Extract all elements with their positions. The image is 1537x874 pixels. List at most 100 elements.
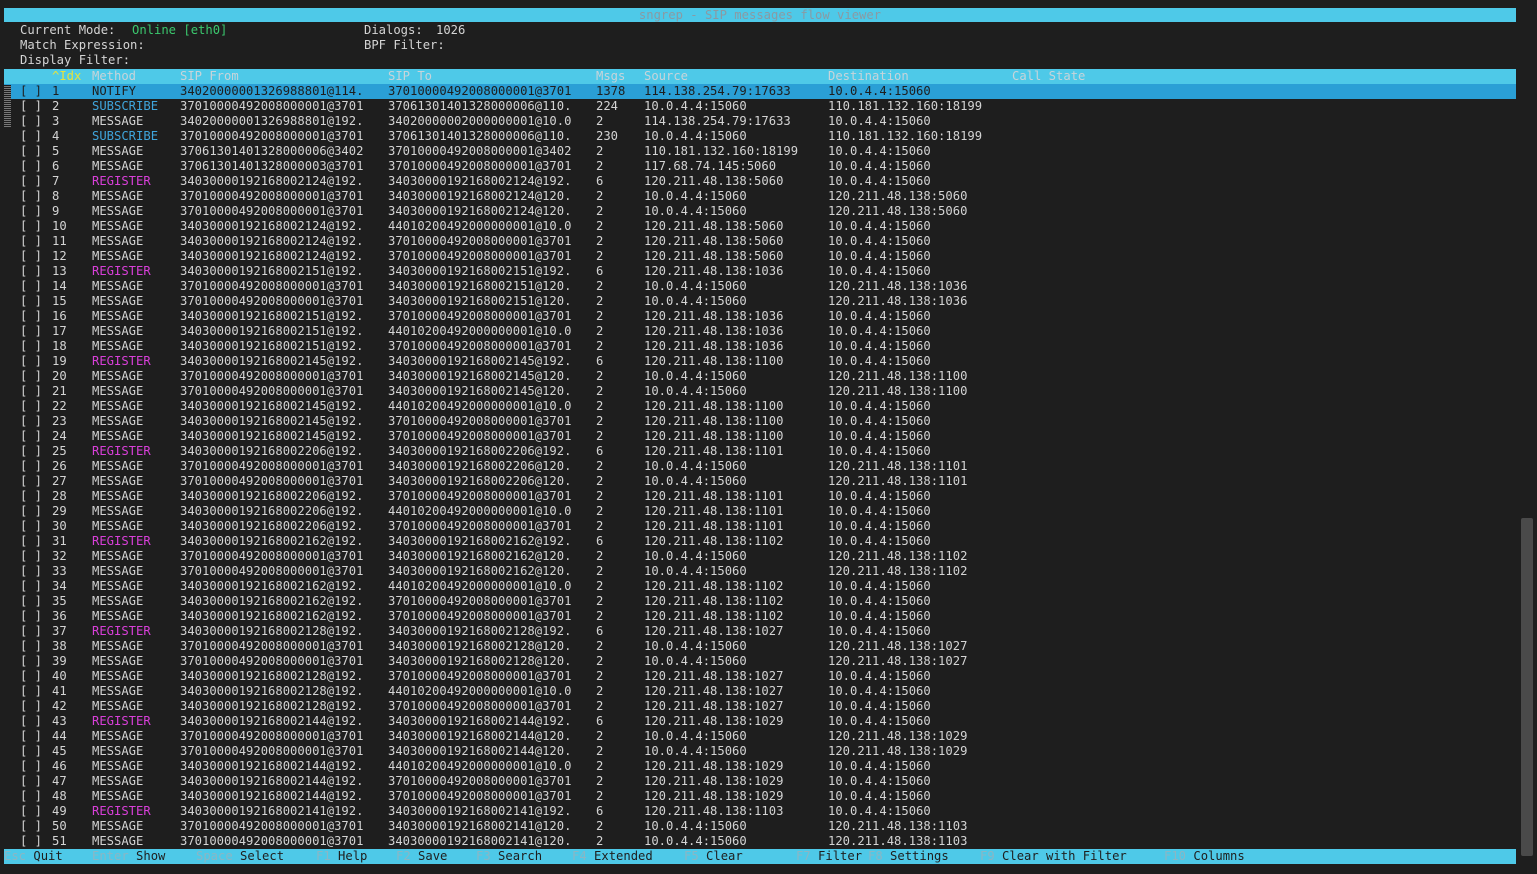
scrollbar-thumb[interactable]: [1521, 518, 1533, 856]
row-checkbox[interactable]: [ ]: [20, 264, 42, 279]
table-row[interactable]: [ ] 17 MESSAGE 34030000192168002151@192. 440…: [4, 324, 1516, 339]
table-row[interactable]: [ ] 38 MESSAGE 37010000492008000001@3701 340…: [4, 639, 1516, 654]
column-msgs[interactable]: Msgs: [596, 69, 625, 84]
table-row[interactable]: [ ] 29 MESSAGE 34030000192168002206@192. 440…: [4, 504, 1516, 519]
row-checkbox[interactable]: [ ]: [20, 789, 42, 804]
table-row[interactable]: [ ] 47 MESSAGE 34030000192168002144@192. 370…: [4, 774, 1516, 789]
row-checkbox[interactable]: [ ]: [20, 594, 42, 609]
table-row[interactable]: [ ] 5 MESSAGE 37061301401328000006@3402 3701…: [4, 144, 1516, 159]
row-checkbox[interactable]: [ ]: [20, 474, 42, 489]
row-checkbox[interactable]: [ ]: [20, 624, 42, 639]
row-checkbox[interactable]: [ ]: [20, 804, 42, 819]
row-checkbox[interactable]: [ ]: [20, 519, 42, 534]
table-row[interactable]: [ ] 10 MESSAGE 34030000192168002124@192. 440…: [4, 219, 1516, 234]
row-checkbox[interactable]: [ ]: [20, 159, 42, 174]
table-row[interactable]: [ ] 30 MESSAGE 34030000192168002206@192. 370…: [4, 519, 1516, 534]
row-checkbox[interactable]: [ ]: [20, 339, 42, 354]
row-checkbox[interactable]: [ ]: [20, 834, 42, 849]
row-checkbox[interactable]: [ ]: [20, 564, 42, 579]
table-row[interactable]: [ ] 33 MESSAGE 37010000492008000001@3701 340…: [4, 564, 1516, 579]
table-row[interactable]: [ ] 12 MESSAGE 34030000192168002124@192. 370…: [4, 249, 1516, 264]
row-checkbox[interactable]: [ ]: [20, 429, 42, 444]
table-row[interactable]: [ ] 13 REGISTER 34030000192168002151@192. 34…: [4, 264, 1516, 279]
table-row[interactable]: [ ] 9 MESSAGE 37010000492008000001@3701 3403…: [4, 204, 1516, 219]
row-checkbox[interactable]: [ ]: [20, 579, 42, 594]
row-checkbox[interactable]: [ ]: [20, 654, 42, 669]
row-checkbox[interactable]: [ ]: [20, 219, 42, 234]
row-checkbox[interactable]: [ ]: [20, 729, 42, 744]
row-checkbox[interactable]: [ ]: [20, 279, 42, 294]
row-checkbox[interactable]: [ ]: [20, 414, 42, 429]
row-checkbox[interactable]: [ ]: [20, 774, 42, 789]
table-row[interactable]: [ ] 11 MESSAGE 34030000192168002124@192. 370…: [4, 234, 1516, 249]
table-row[interactable]: [ ] 36 MESSAGE 34030000192168002162@192. 370…: [4, 609, 1516, 624]
row-checkbox[interactable]: [ ]: [20, 714, 42, 729]
column-sip-from[interactable]: SIP From: [180, 69, 239, 84]
row-checkbox[interactable]: [ ]: [20, 669, 42, 684]
table-row[interactable]: [ ] 24 MESSAGE 34030000192168002145@192. 370…: [4, 429, 1516, 444]
column-method[interactable]: Method: [92, 69, 136, 84]
footer-item-columns[interactable]: F10 Columns: [1164, 849, 1245, 864]
row-checkbox[interactable]: [ ]: [20, 309, 42, 324]
table-row[interactable]: [ ] 1 NOTIFY 34020000001326988801@114. 37010…: [4, 84, 1516, 99]
table-row[interactable]: [ ] 51 MESSAGE 37010000492008000001@3701 340…: [4, 834, 1516, 849]
table-row[interactable]: [ ] 31 REGISTER 34030000192168002162@192. 34…: [4, 534, 1516, 549]
row-checkbox[interactable]: [ ]: [20, 684, 42, 699]
row-checkbox[interactable]: [ ]: [20, 759, 42, 774]
table-row[interactable]: [ ] 20 MESSAGE 37010000492008000001@3701 340…: [4, 369, 1516, 384]
row-checkbox[interactable]: [ ]: [20, 234, 42, 249]
table-row[interactable]: [ ] 42 MESSAGE 34030000192168002128@192. 370…: [4, 699, 1516, 714]
row-checkbox[interactable]: [ ]: [20, 549, 42, 564]
table-row[interactable]: [ ] 43 REGISTER 34030000192168002144@192. 34…: [4, 714, 1516, 729]
table-row[interactable]: [ ] 27 MESSAGE 37010000492008000001@3701 340…: [4, 474, 1516, 489]
footer-item-save[interactable]: F2 Save: [396, 849, 447, 864]
footer-item-extended[interactable]: F4 Extended: [572, 849, 653, 864]
footer-item-settings[interactable]: F8 Settings: [868, 849, 949, 864]
column-source[interactable]: Source: [644, 69, 688, 84]
table-row[interactable]: [ ] 44 MESSAGE 37010000492008000001@3701 340…: [4, 729, 1516, 744]
table-row[interactable]: [ ] 3 MESSAGE 34020000001326988801@192. 3402…: [4, 114, 1516, 129]
footer-item-help[interactable]: F1 Help: [316, 849, 367, 864]
table-row[interactable]: [ ] 48 MESSAGE 34030000192168002144@192. 370…: [4, 789, 1516, 804]
row-checkbox[interactable]: [ ]: [20, 534, 42, 549]
table-row[interactable]: [ ] 7 REGISTER 34030000192168002124@192. 340…: [4, 174, 1516, 189]
table-row[interactable]: [ ] 18 MESSAGE 34030000192168002151@192. 370…: [4, 339, 1516, 354]
row-checkbox[interactable]: [ ]: [20, 459, 42, 474]
row-checkbox[interactable]: [ ]: [20, 744, 42, 759]
column-destination[interactable]: Destination: [828, 69, 909, 84]
table-row[interactable]: [ ] 34 MESSAGE 34030000192168002162@192. 440…: [4, 579, 1516, 594]
footer-item-select[interactable]: Space Select: [196, 849, 284, 864]
row-checkbox[interactable]: [ ]: [20, 249, 42, 264]
table-row[interactable]: [ ] 22 MESSAGE 34030000192168002145@192. 440…: [4, 399, 1516, 414]
row-checkbox[interactable]: [ ]: [20, 399, 42, 414]
table-row[interactable]: [ ] 41 MESSAGE 34030000192168002128@192. 440…: [4, 684, 1516, 699]
row-checkbox[interactable]: [ ]: [20, 384, 42, 399]
table-row[interactable]: [ ] 19 REGISTER 34030000192168002145@192. 34…: [4, 354, 1516, 369]
row-checkbox[interactable]: [ ]: [20, 204, 42, 219]
column-sip-to[interactable]: SIP To: [388, 69, 432, 84]
table-row[interactable]: [ ] 15 MESSAGE 37010000492008000001@3701 340…: [4, 294, 1516, 309]
row-checkbox[interactable]: [ ]: [20, 324, 42, 339]
table-row[interactable]: [ ] 45 MESSAGE 37010000492008000001@3701 340…: [4, 744, 1516, 759]
table-row[interactable]: [ ] 8 MESSAGE 37010000492008000001@3701 3403…: [4, 189, 1516, 204]
footer-item-quit[interactable]: Esc Quit: [4, 849, 63, 864]
row-checkbox[interactable]: [ ]: [20, 504, 42, 519]
row-checkbox[interactable]: [ ]: [20, 444, 42, 459]
footer-item-clear-with-filter[interactable]: F9 Clear with Filter: [980, 849, 1127, 864]
table-row[interactable]: [ ] 28 MESSAGE 34030000192168002206@192. 370…: [4, 489, 1516, 504]
table-row[interactable]: [ ] 4 SUBSCRIBE 37010000492008000001@3701 37…: [4, 129, 1516, 144]
table-row[interactable]: [ ] 2 SUBSCRIBE 37010000492008000001@3701 37…: [4, 99, 1516, 114]
table-row[interactable]: [ ] 46 MESSAGE 34030000192168002144@192. 440…: [4, 759, 1516, 774]
footer-item-filter[interactable]: F7 Filter: [796, 849, 862, 864]
table-row[interactable]: [ ] 32 MESSAGE 37010000492008000001@3701 340…: [4, 549, 1516, 564]
table-row[interactable]: [ ] 39 MESSAGE 37010000492008000001@3701 340…: [4, 654, 1516, 669]
table-row[interactable]: [ ] 16 MESSAGE 34030000192168002151@192. 370…: [4, 309, 1516, 324]
row-checkbox[interactable]: [ ]: [20, 369, 42, 384]
table-row[interactable]: [ ] 14 MESSAGE 37010000492008000001@3701 340…: [4, 279, 1516, 294]
row-checkbox[interactable]: [ ]: [20, 114, 42, 129]
row-checkbox[interactable]: [ ]: [20, 294, 42, 309]
row-checkbox[interactable]: [ ]: [20, 609, 42, 624]
table-row[interactable]: [ ] 25 REGISTER 34030000192168002206@192. 34…: [4, 444, 1516, 459]
row-checkbox[interactable]: [ ]: [20, 189, 42, 204]
row-checkbox[interactable]: [ ]: [20, 819, 42, 834]
